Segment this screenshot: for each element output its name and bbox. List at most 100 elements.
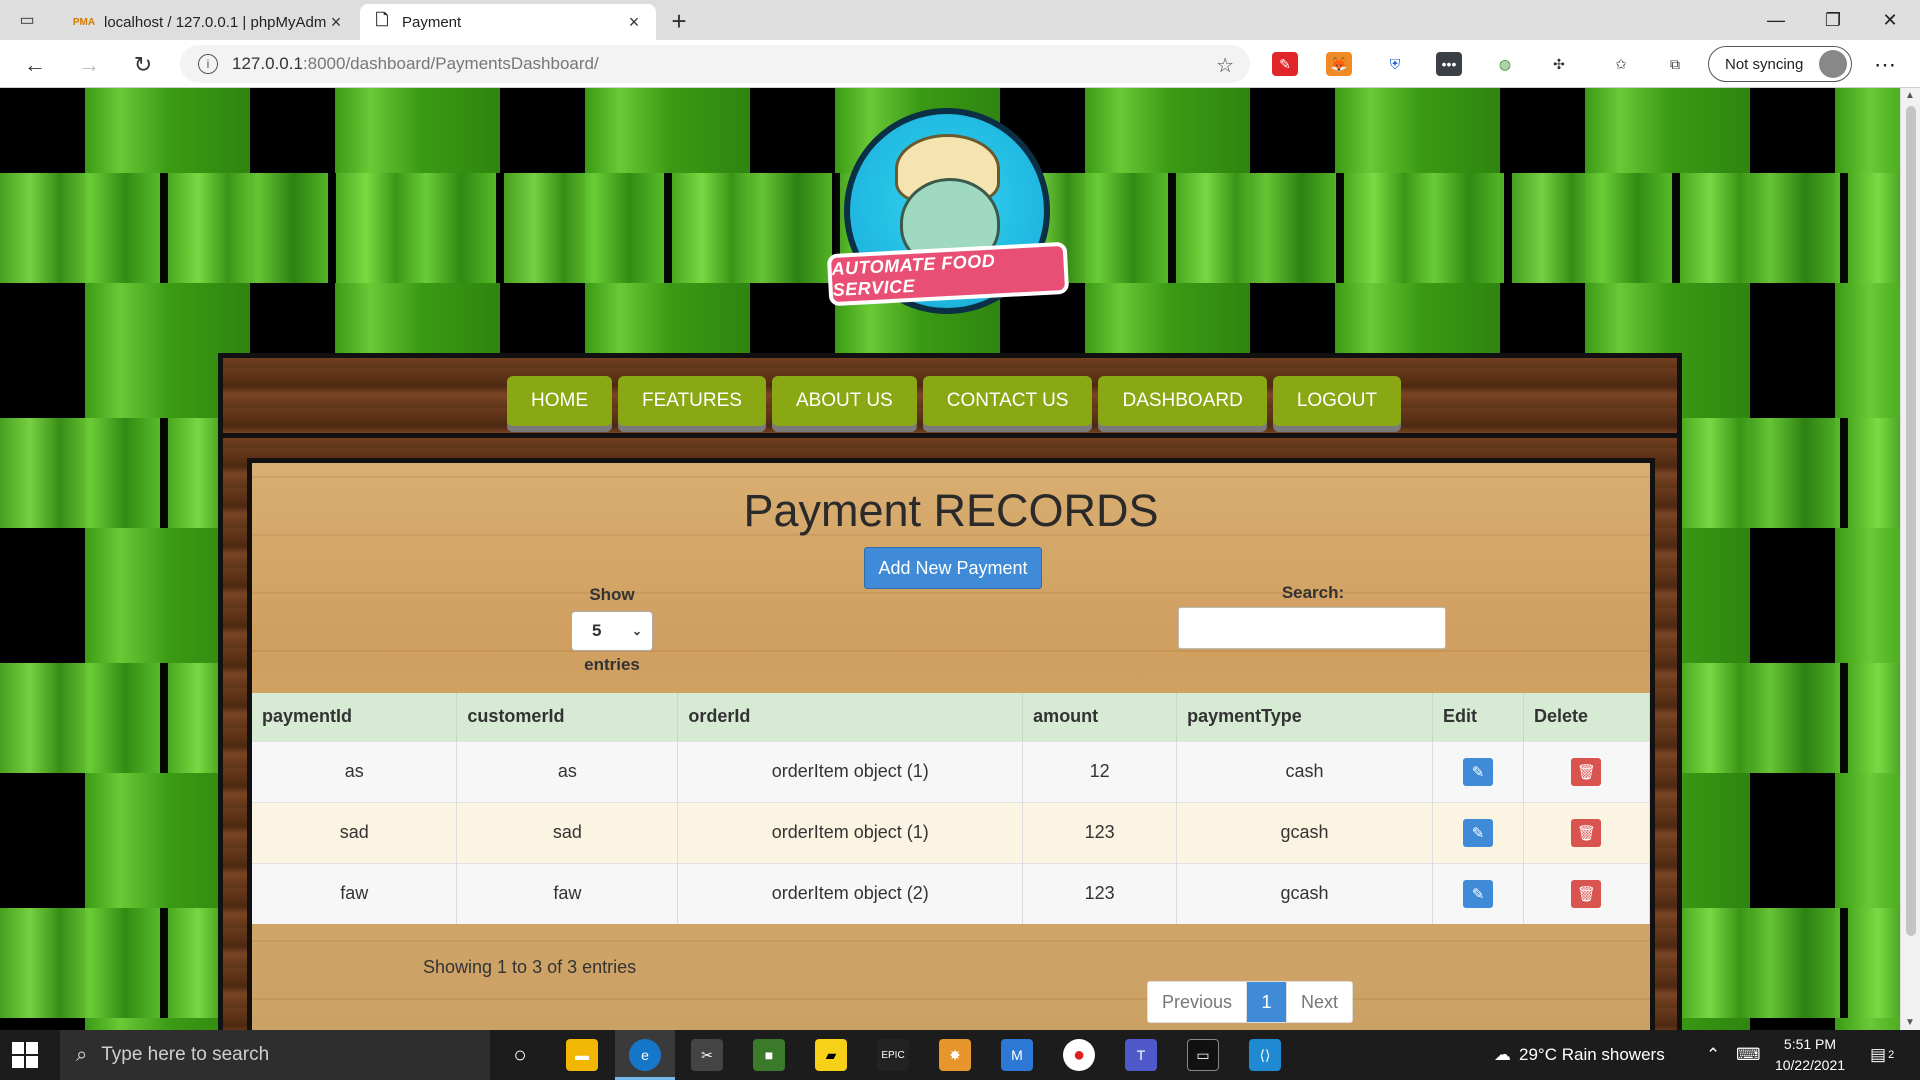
- nav-home[interactable]: HOME: [507, 376, 612, 426]
- windows-start-icon[interactable]: [10, 1040, 40, 1070]
- settings-menu-icon[interactable]: ⋯: [1870, 50, 1900, 80]
- restore-button[interactable]: ❐: [1805, 0, 1861, 40]
- back-button[interactable]: ←: [20, 50, 50, 80]
- edit-pencil-icon[interactable]: ✎: [1463, 757, 1493, 786]
- new-tab-button[interactable]: +: [664, 6, 694, 36]
- url-text: 127.0.0.1:8000/dashboard/PaymentsDashboa…: [232, 54, 599, 73]
- column-header: Delete: [1523, 693, 1651, 741]
- cell-amount: 123: [1022, 862, 1178, 924]
- delete-trash-icon[interactable]: 🗑: [1571, 757, 1602, 786]
- edit-pencil-icon[interactable]: ✎: [1463, 879, 1493, 908]
- weather-cloud-icon: ☁: [1494, 1045, 1511, 1064]
- metamask-extension-icon[interactable]: 🦊: [1326, 52, 1352, 76]
- scroll-down-icon[interactable]: ▼: [1905, 1017, 1915, 1028]
- teams-icon[interactable]: T: [1125, 1039, 1157, 1071]
- task-view-icon[interactable]: ○: [504, 1039, 536, 1071]
- minecraft-icon[interactable]: ■: [753, 1039, 785, 1071]
- column-header[interactable]: amount: [1022, 693, 1178, 741]
- cell-edit: ✎: [1432, 740, 1524, 802]
- logo-banner: AUTOMATE FOOD SERVICE: [826, 241, 1070, 307]
- notifications-icon[interactable]: ▤ 2: [1870, 1030, 1894, 1080]
- column-header[interactable]: paymentId: [252, 693, 458, 741]
- close-tab-icon[interactable]: ×: [624, 12, 644, 33]
- nav-about-us[interactable]: ABOUT US: [771, 376, 917, 426]
- show-label: Show: [589, 585, 635, 604]
- snipping-tool-icon[interactable]: ✂: [691, 1039, 723, 1071]
- column-header[interactable]: customerId: [456, 693, 679, 741]
- file-explorer-icon[interactable]: ▬: [566, 1039, 598, 1071]
- column-header: Edit: [1432, 693, 1524, 741]
- delete-trash-icon[interactable]: 🗑: [1571, 879, 1602, 908]
- collections-icon[interactable]: ⧉: [1662, 52, 1688, 76]
- cell-customer-id: as: [456, 740, 679, 802]
- taskbar-search[interactable]: ⌕ Type here to search: [60, 1030, 490, 1080]
- weather-widget[interactable]: ☁ 29°C Rain showers: [1494, 1030, 1665, 1080]
- tab-payment[interactable]: 🗋 Payment ×: [360, 4, 656, 40]
- record-icon[interactable]: ●: [1063, 1039, 1095, 1071]
- taskbar-clock[interactable]: 5:51 PM 10/22/2021: [1760, 1034, 1860, 1076]
- forward-button[interactable]: →: [74, 50, 104, 80]
- edit-pencil-icon[interactable]: ✎: [1463, 818, 1493, 847]
- cell-delete: 🗑: [1523, 862, 1651, 924]
- notification-count: 2: [1888, 1049, 1895, 1061]
- cell-customer-id: sad: [456, 801, 679, 863]
- site-info-icon[interactable]: i: [198, 54, 218, 74]
- pdf-extension-icon[interactable]: ✎: [1272, 52, 1298, 76]
- table-row: as as orderItem object (1) 12 cash ✎ 🗑: [252, 740, 1651, 802]
- delete-trash-icon[interactable]: 🗑: [1571, 818, 1602, 847]
- tab-actions-icon[interactable]: ▭: [14, 8, 40, 32]
- edge-browser-icon[interactable]: e: [629, 1039, 661, 1071]
- page-scrollbar[interactable]: ▲ ▼: [1900, 88, 1920, 1030]
- nav-contact-us[interactable]: CONTACT US: [922, 376, 1093, 426]
- cell-order-id: orderItem object (2): [677, 862, 1024, 924]
- profile-sync-button[interactable]: Not syncing: [1708, 46, 1852, 82]
- epic-games-icon[interactable]: EPIC: [877, 1039, 909, 1071]
- tab-title: Payment: [402, 13, 462, 31]
- keyboard-icon[interactable]: ⌨: [1736, 1030, 1761, 1080]
- bitwarden-extension-icon[interactable]: ⛨: [1382, 52, 1408, 76]
- column-header[interactable]: orderId: [677, 693, 1024, 741]
- globe-extension-icon[interactable]: ◍: [1492, 52, 1518, 76]
- site-logo[interactable]: AUTOMATE FOOD SERVICE: [826, 108, 1070, 323]
- address-bar[interactable]: i 127.0.0.1:8000/dashboard/PaymentsDashb…: [180, 45, 1250, 83]
- nav-logout[interactable]: LOGOUT: [1272, 376, 1402, 426]
- terminal-icon[interactable]: ▭: [1187, 1039, 1219, 1071]
- close-tab-icon[interactable]: ×: [326, 12, 346, 33]
- close-window-button[interactable]: ✕: [1862, 0, 1918, 40]
- cell-payment-type: cash: [1176, 740, 1434, 802]
- pagination-page-1[interactable]: 1: [1247, 982, 1288, 1022]
- content-frame: HOME FEATURES ABOUT US CONTACT US DASHBO…: [218, 353, 1682, 1030]
- show-hidden-icons-icon[interactable]: ⌃: [1706, 1030, 1720, 1080]
- pagination-next[interactable]: Next: [1287, 982, 1352, 1022]
- search-input[interactable]: [1178, 607, 1446, 649]
- page-viewport: AUTOMATE FOOD SERVICE HOME FEATURES ABOU…: [0, 88, 1900, 1030]
- chevron-down-icon: ⌄: [631, 624, 642, 638]
- refresh-button[interactable]: ↻: [128, 50, 158, 80]
- entries-select[interactable]: 5 ⌄: [571, 611, 653, 651]
- add-new-payment-button[interactable]: Add New Payment: [864, 547, 1042, 589]
- tab-phpmyadmin[interactable]: PMA localhost / 127.0.0.1 | phpMyAdmin ×: [62, 4, 358, 40]
- table-row: faw faw orderItem object (2) 123 gcash ✎…: [252, 862, 1651, 924]
- scroll-up-icon[interactable]: ▲: [1905, 90, 1915, 101]
- vscode-icon[interactable]: ⟨⟩: [1249, 1039, 1281, 1071]
- cell-delete: 🗑: [1523, 740, 1651, 802]
- nav-dashboard[interactable]: DASHBOARD: [1098, 376, 1267, 426]
- main-nav: HOME FEATURES ABOUT US CONTACT US DASHBO…: [507, 376, 1402, 426]
- scrollbar-thumb[interactable]: [1906, 106, 1916, 936]
- minimize-button[interactable]: —: [1748, 0, 1804, 40]
- cell-amount: 123: [1022, 801, 1178, 863]
- pagination: Previous 1 Next: [1147, 981, 1354, 1023]
- extensions-puzzle-icon[interactable]: ✣: [1546, 52, 1572, 76]
- mail-app-icon[interactable]: M: [1001, 1039, 1033, 1071]
- game-app-icon[interactable]: ✸: [939, 1039, 971, 1071]
- column-header[interactable]: paymentType: [1176, 693, 1434, 741]
- favorites-icon[interactable]: ✩: [1608, 52, 1634, 76]
- nav-features[interactable]: FEATURES: [618, 376, 766, 426]
- pagination-previous[interactable]: Previous: [1148, 982, 1248, 1022]
- cell-order-id: orderItem object (1): [677, 740, 1024, 802]
- add-favorite-icon[interactable]: ☆: [1216, 53, 1234, 78]
- extension-dots-icon[interactable]: •••: [1436, 52, 1462, 76]
- cell-amount: 12: [1022, 740, 1178, 802]
- sticky-notes-icon[interactable]: ▰: [815, 1039, 847, 1071]
- clock-time: 5:51 PM: [1783, 1036, 1837, 1052]
